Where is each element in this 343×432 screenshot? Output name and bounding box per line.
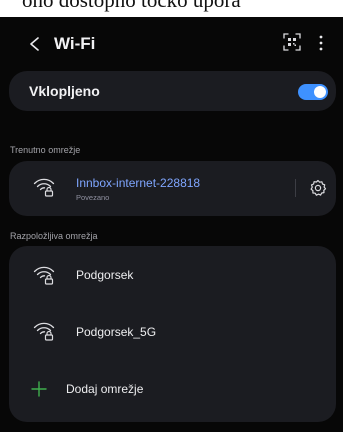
wifi-toggle-switch[interactable] — [298, 84, 328, 100]
plus-icon — [31, 381, 47, 397]
qr-scan-icon[interactable] — [283, 33, 301, 51]
wifi-lock-icon — [33, 266, 55, 285]
chevron-left-icon[interactable] — [28, 37, 42, 51]
toggle-knob — [314, 86, 326, 98]
wifi-lock-icon — [33, 178, 55, 197]
network-name: Podgorsek — [76, 268, 134, 282]
page-title: Wi-Fi — [54, 34, 96, 53]
current-network-status: Povezano — [76, 193, 110, 202]
divider — [295, 179, 296, 197]
available-networks-header: Razpoložljiva omrežja — [10, 231, 98, 241]
wifi-toggle-label: Vklopljeno — [29, 83, 100, 99]
wifi-lock-icon — [33, 322, 55, 341]
more-vertical-icon[interactable] — [316, 35, 326, 51]
current-network-name: Innbox-internet-228818 — [76, 176, 201, 190]
top-text-fragment: ono dostopno točko upora — [0, 0, 343, 17]
current-network-header: Trenutno omrežje — [10, 145, 81, 155]
gear-icon[interactable] — [309, 179, 327, 197]
add-network-button[interactable] — [9, 365, 336, 415]
network-item-podgorsek[interactable] — [9, 250, 336, 300]
network-item-podgorsek-5g[interactable] — [9, 305, 336, 355]
add-network-label: Dodaj omrežje — [66, 382, 144, 396]
top-text: ono dostopno točko upora — [22, 0, 241, 12]
wifi-toggle-row[interactable]: Vklopljeno — [9, 71, 336, 111]
network-name: Podgorsek_5G — [76, 325, 157, 339]
